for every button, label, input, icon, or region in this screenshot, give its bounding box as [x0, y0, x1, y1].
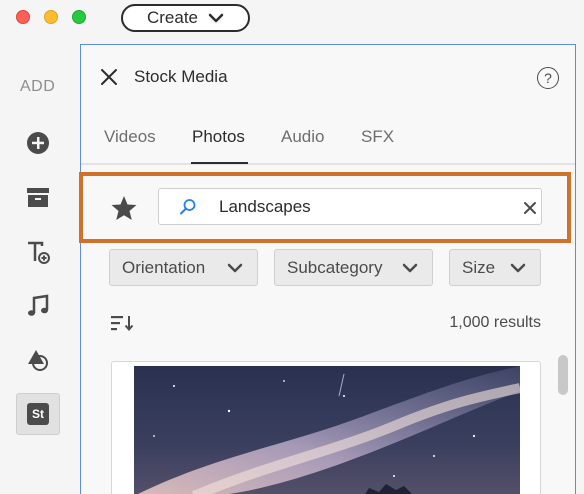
scrollbar-thumb[interactable]: [558, 355, 568, 395]
search-field: [158, 188, 542, 225]
size-filter[interactable]: Size: [449, 249, 541, 286]
create-button-label: Create: [146, 8, 199, 27]
media-tabs: Videos Photos Audio SFX: [81, 117, 575, 165]
window-maximize-button[interactable]: [72, 10, 86, 24]
help-icon[interactable]: ?: [537, 67, 559, 89]
search-input[interactable]: [219, 195, 499, 219]
panel-header: Stock Media ?: [81, 45, 575, 111]
add-circle-icon[interactable]: [22, 127, 54, 159]
stock-icon[interactable]: St: [16, 393, 60, 435]
chevron-down-icon: [402, 263, 418, 273]
rail-heading: ADD: [20, 78, 56, 95]
result-thumbnail-card[interactable]: [111, 361, 541, 494]
title-bar: Create: [0, 0, 584, 44]
orientation-filter-label: Orientation: [122, 257, 206, 277]
stock-media-panel: Stock Media ? Videos Photos Audio SFX Or…: [79, 44, 576, 494]
tab-sfx[interactable]: SFX: [361, 127, 394, 165]
window-close-button[interactable]: [16, 10, 30, 24]
music-note-icon[interactable]: [22, 290, 54, 322]
tab-videos[interactable]: Videos: [104, 127, 156, 165]
chevron-down-icon: [510, 263, 526, 273]
active-tab-indicator: [191, 162, 248, 164]
night-sky-image: [134, 366, 520, 494]
panel-title: Stock Media: [134, 67, 228, 86]
archive-icon[interactable]: [22, 182, 54, 214]
orientation-filter[interactable]: Orientation: [109, 249, 258, 286]
title-add-icon[interactable]: [22, 236, 54, 268]
size-filter-label: Size: [462, 257, 496, 277]
landscape-photo-thumbnail[interactable]: [134, 366, 520, 494]
stock-badge: St: [27, 403, 49, 425]
tab-audio[interactable]: Audio: [281, 127, 324, 165]
search-icon: [180, 199, 196, 215]
close-icon[interactable]: [99, 67, 119, 87]
star-icon[interactable]: [109, 193, 139, 223]
tab-photos[interactable]: Photos: [192, 127, 245, 165]
shapes-icon[interactable]: [22, 344, 54, 376]
create-button[interactable]: Create: [121, 4, 250, 32]
sort-icon[interactable]: [110, 313, 134, 333]
left-rail: ADD St: [0, 44, 80, 494]
subcategory-filter[interactable]: Subcategory: [274, 249, 433, 286]
clear-search-icon[interactable]: [523, 201, 537, 215]
window-minimize-button[interactable]: [44, 10, 58, 24]
chevron-down-icon: [227, 263, 243, 273]
results-count: 1,000 results: [449, 314, 541, 331]
subcategory-filter-label: Subcategory: [287, 257, 383, 277]
chevron-down-icon: [208, 13, 224, 23]
